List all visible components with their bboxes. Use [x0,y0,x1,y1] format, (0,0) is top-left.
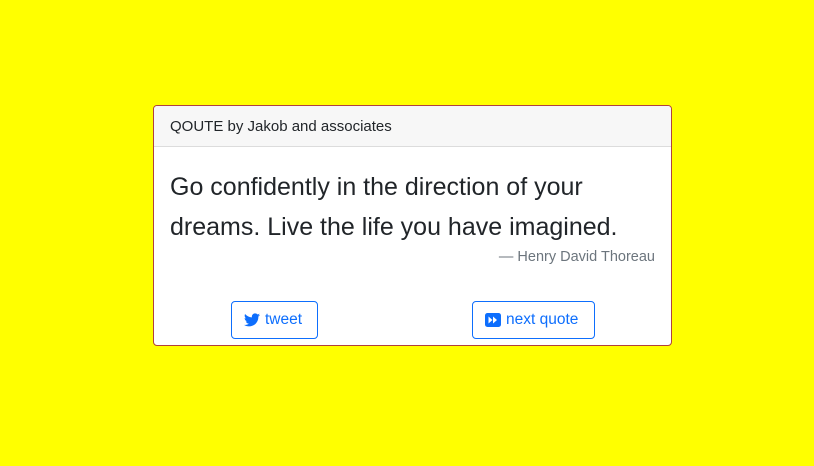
twitter-icon [244,313,260,327]
card-body: Go confidently in the direction of your … [154,147,671,265]
next-quote-button[interactable]: next quote [472,301,595,339]
card-header: QOUTE by Jakob and associates [154,106,671,147]
card-header-title: QOUTE by Jakob and associates [170,117,392,135]
quote-text: Go confidently in the direction of your … [170,173,618,241]
tweet-button[interactable]: tweet [231,301,318,339]
tweet-button-label: tweet [265,311,303,328]
fast-forward-icon [485,313,501,327]
next-quote-button-label: next quote [506,311,579,328]
quote-author: — Henry David Thoreau [498,249,655,265]
quote-card: QOUTE by Jakob and associates Go confide… [153,105,672,346]
